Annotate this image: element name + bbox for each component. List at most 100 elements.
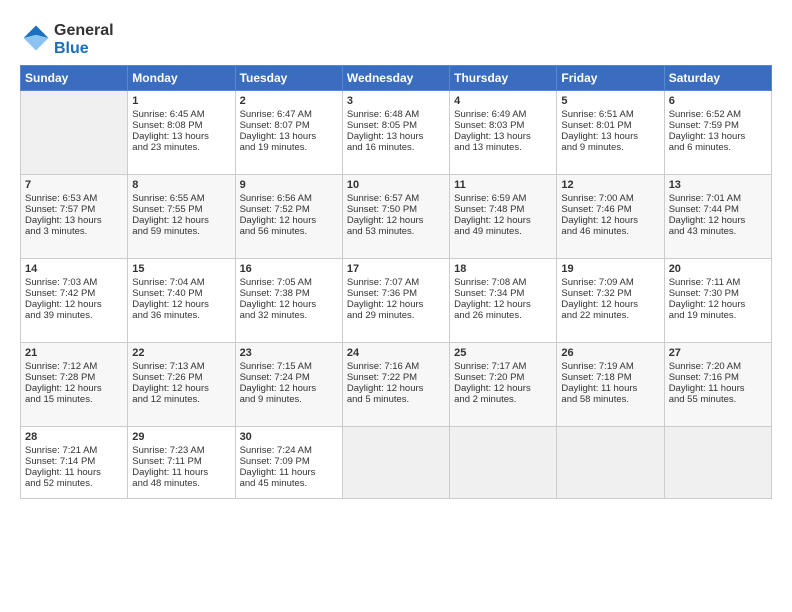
col-header-friday: Friday (557, 65, 664, 90)
logo-line2: Blue (54, 40, 114, 58)
day-info: Daylight: 11 hours (669, 383, 767, 394)
day-info: Daylight: 13 hours (454, 131, 552, 142)
day-info: Daylight: 11 hours (132, 467, 230, 478)
day-cell: 6Sunrise: 6:52 AMSunset: 7:59 PMDaylight… (664, 90, 771, 174)
day-info: Sunrise: 6:55 AM (132, 193, 230, 204)
day-info: Sunrise: 7:16 AM (347, 361, 445, 372)
week-row-1: 1 Sunrise: 6:45 AMSunset: 8:08 PM Daylight… (21, 90, 772, 174)
day-cell: 1Sunrise: 6:45 AMSunset: 8:08 PMDaylight… (128, 90, 235, 174)
day-info: Daylight: 11 hours (25, 467, 123, 478)
day-info: Sunset: 7:40 PM (132, 288, 230, 299)
day-info: Sunset: 7:28 PM (25, 372, 123, 383)
day-info: Daylight: 12 hours (454, 383, 552, 394)
day-info: and 29 minutes. (347, 310, 445, 321)
day-info: Daylight: 12 hours (240, 383, 338, 394)
day-info: Sunset: 8:03 PM (454, 120, 552, 131)
day-number: 21 (25, 347, 123, 359)
day-cell (664, 426, 771, 498)
day-info: Daylight: 12 hours (25, 383, 123, 394)
day-cell: 18Sunrise: 7:08 AMSunset: 7:34 PMDayligh… (450, 258, 557, 342)
day-number: 15 (132, 263, 230, 275)
day-info: Daylight: 13 hours (347, 131, 445, 142)
day-info: Sunrise: 7:12 AM (25, 361, 123, 372)
day-cell: 7Sunrise: 6:53 AMSunset: 7:57 PMDaylight… (21, 174, 128, 258)
day-info: Sunset: 8:07 PM (240, 120, 338, 131)
day-info: Sunset: 8:08 PM (132, 120, 230, 131)
day-number: 25 (454, 347, 552, 359)
day-info: Sunrise: 7:03 AM (25, 277, 123, 288)
day-info: Sunrise: 7:05 AM (240, 277, 338, 288)
day-number: 27 (669, 347, 767, 359)
day-info: and 53 minutes. (347, 226, 445, 237)
day-info: and 22 minutes. (561, 310, 659, 321)
day-info: Daylight: 12 hours (132, 383, 230, 394)
day-info: Sunrise: 7:23 AM (132, 445, 230, 456)
day-info: Sunrise: 6:59 AM (454, 193, 552, 204)
day-number: 13 (669, 179, 767, 191)
week-row-5: 28Sunrise: 7:21 AMSunset: 7:14 PMDayligh… (21, 426, 772, 498)
day-info: Sunset: 7:14 PM (25, 456, 123, 467)
day-info: Sunset: 7:42 PM (25, 288, 123, 299)
day-info: Daylight: 12 hours (669, 215, 767, 226)
day-info: Sunrise: 7:15 AM (240, 361, 338, 372)
day-info: Sunrise: 7:20 AM (669, 361, 767, 372)
logo: General Blue (20, 22, 114, 59)
day-cell: 30Sunrise: 7:24 AMSunset: 7:09 PMDayligh… (235, 426, 342, 498)
day-number: 24 (347, 347, 445, 359)
day-info: and 5 minutes. (347, 394, 445, 405)
day-info: Sunrise: 6:57 AM (347, 193, 445, 204)
day-number: 1 (132, 95, 230, 107)
day-number: 19 (561, 263, 659, 275)
day-number: 16 (240, 263, 338, 275)
day-info: Sunrise: 7:04 AM (132, 277, 230, 288)
header: General Blue (20, 18, 772, 59)
col-header-sunday: Sunday (21, 65, 128, 90)
day-info: Daylight: 12 hours (669, 299, 767, 310)
day-info: Sunrise: 7:08 AM (454, 277, 552, 288)
day-info: and 9 minutes. (561, 142, 659, 153)
day-cell (21, 90, 128, 174)
day-info: Sunset: 7:52 PM (240, 204, 338, 215)
day-info: and 23 minutes. (132, 142, 230, 153)
day-info: Sunset: 7:59 PM (669, 120, 767, 131)
col-header-wednesday: Wednesday (342, 65, 449, 90)
day-cell: 17Sunrise: 7:07 AMSunset: 7:36 PMDayligh… (342, 258, 449, 342)
day-number: 9 (240, 179, 338, 191)
day-cell: 28Sunrise: 7:21 AMSunset: 7:14 PMDayligh… (21, 426, 128, 498)
day-number: 3 (347, 95, 445, 107)
day-info: Sunrise: 6:53 AM (25, 193, 123, 204)
day-number: 14 (25, 263, 123, 275)
day-cell: 27 Sunrise: 7:20 AMSunset: 7:16 PMDayligh… (664, 342, 771, 426)
day-info: Daylight: 13 hours (25, 215, 123, 226)
day-info: Daylight: 13 hours (240, 131, 338, 142)
day-info: Sunrise: 7:13 AM (132, 361, 230, 372)
day-info: and 6 minutes. (669, 142, 767, 153)
day-info: Sunrise: 6:45 AM (132, 109, 230, 120)
day-info: Sunrise: 6:51 AM (561, 109, 659, 120)
day-cell: 15Sunrise: 7:04 AMSunset: 7:40 PMDayligh… (128, 258, 235, 342)
day-info: Daylight: 12 hours (240, 215, 338, 226)
day-number: 7 (25, 179, 123, 191)
day-info: Daylight: 12 hours (454, 299, 552, 310)
day-cell (450, 426, 557, 498)
day-cell: 21 Sunrise: 7:12 AMSunset: 7:28 PMDayligh… (21, 342, 128, 426)
day-cell: 22Sunrise: 7:13 AMSunset: 7:26 PMDayligh… (128, 342, 235, 426)
day-info: Sunrise: 7:09 AM (561, 277, 659, 288)
day-number: 28 (25, 431, 123, 443)
day-info: Sunrise: 7:07 AM (347, 277, 445, 288)
day-number: 30 (240, 431, 338, 443)
logo-line1: General (54, 22, 114, 40)
day-info: Sunrise: 7:00 AM (561, 193, 659, 204)
day-info: Sunrise: 6:52 AM (669, 109, 767, 120)
day-info: Sunrise: 7:17 AM (454, 361, 552, 372)
day-info: Daylight: 12 hours (347, 215, 445, 226)
day-info: and 39 minutes. (25, 310, 123, 321)
day-number: 8 (132, 179, 230, 191)
day-info: Sunset: 7:16 PM (669, 372, 767, 383)
day-cell: 26Sunrise: 7:19 AMSunset: 7:18 PMDayligh… (557, 342, 664, 426)
day-info: Sunset: 7:18 PM (561, 372, 659, 383)
day-cell: 10Sunrise: 6:57 AMSunset: 7:50 PMDayligh… (342, 174, 449, 258)
day-info: Daylight: 12 hours (347, 299, 445, 310)
day-info: Sunset: 7:32 PM (561, 288, 659, 299)
day-number: 11 (454, 179, 552, 191)
